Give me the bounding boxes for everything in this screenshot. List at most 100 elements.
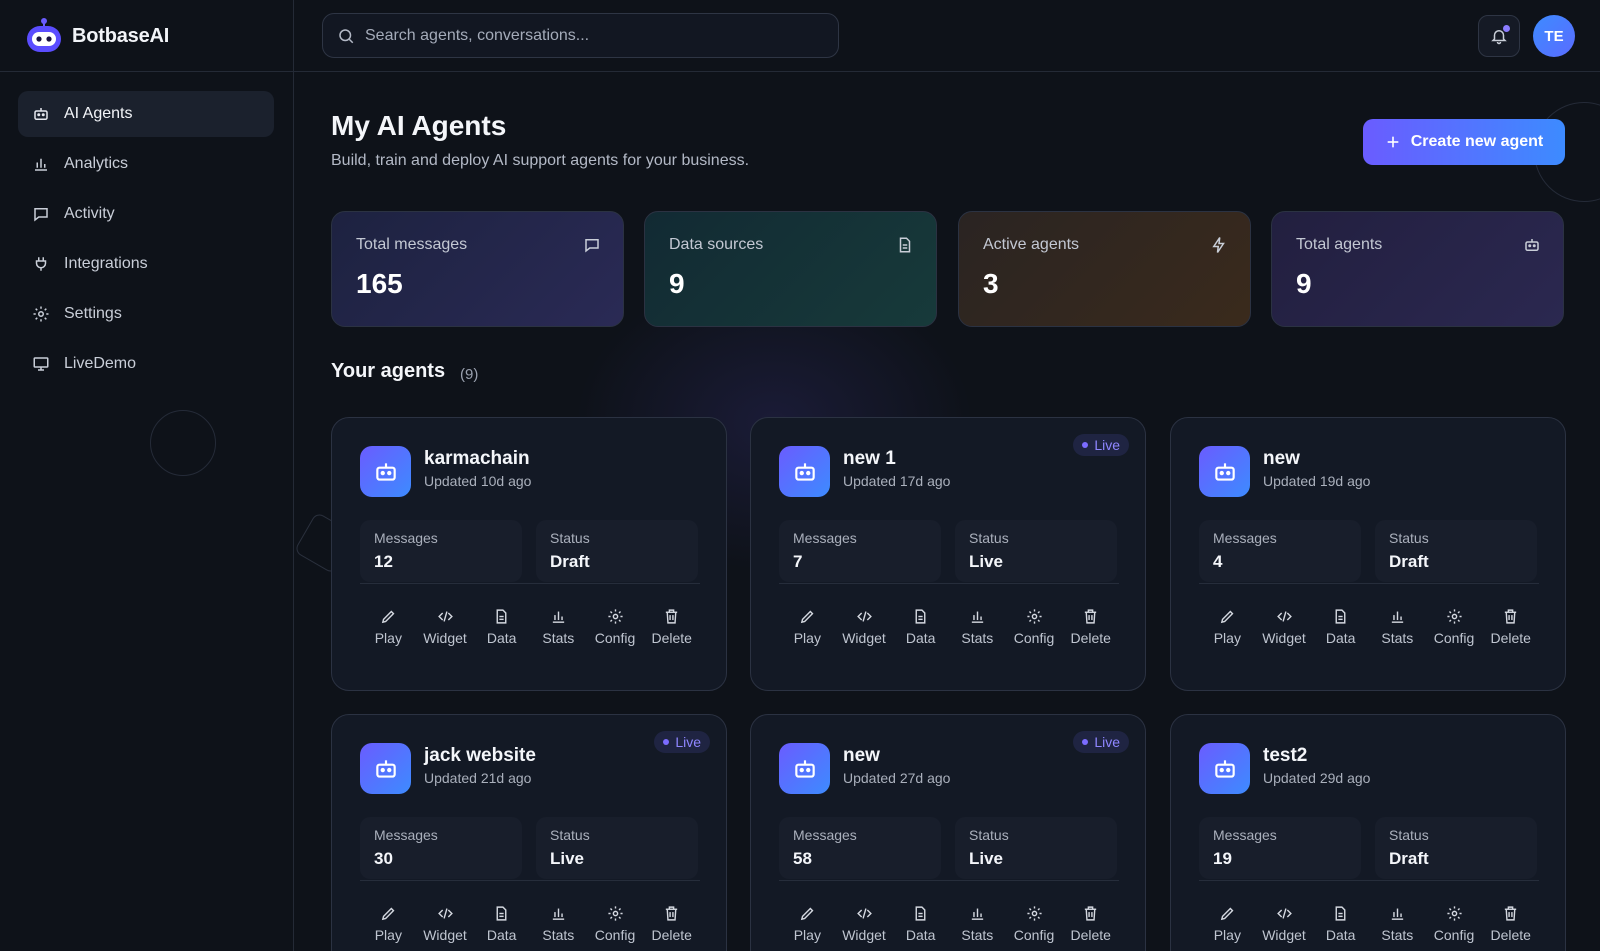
metric-value: 7 xyxy=(793,552,803,571)
sidebar-item-ai-agents[interactable]: AI Agents xyxy=(18,91,274,137)
metric-value: Draft xyxy=(1389,849,1429,868)
code-icon xyxy=(437,611,453,622)
agent-name[interactable]: test2 xyxy=(1263,745,1307,767)
agent-name[interactable]: new 1 xyxy=(843,448,896,470)
play-button[interactable]: Play xyxy=(779,905,836,943)
action-label: Stats xyxy=(1381,927,1414,943)
top-bar: BotbaseAI TE xyxy=(0,0,1600,72)
delete-button[interactable]: Delete xyxy=(1482,608,1539,646)
document-icon xyxy=(1335,906,1346,921)
agent-name[interactable]: karmachain xyxy=(424,448,530,470)
live-dot xyxy=(1082,739,1089,745)
trash-icon xyxy=(1505,609,1517,624)
metric-value: 30 xyxy=(374,849,393,868)
agent-card[interactable]: karmachain Updated 10d ago Messages 12 S… xyxy=(331,417,727,691)
delete-button[interactable]: Delete xyxy=(643,608,700,646)
sidebar-item-activity[interactable]: Activity xyxy=(18,191,274,237)
sidebar-item-label: Analytics xyxy=(64,155,129,172)
robot-icon xyxy=(34,108,48,120)
card-divider xyxy=(360,583,700,584)
agent-name[interactable]: new xyxy=(843,745,880,767)
agent-actions: Play Widget Data Stats Config Delete xyxy=(779,905,1119,943)
avatar[interactable]: TE xyxy=(1533,15,1575,57)
live-label: Live xyxy=(675,734,701,750)
widget-button[interactable]: Widget xyxy=(417,905,474,943)
delete-button[interactable]: Delete xyxy=(1062,905,1119,943)
bar-chart-icon xyxy=(35,158,47,171)
action-label: Stats xyxy=(1381,630,1414,646)
delete-button[interactable]: Delete xyxy=(1062,608,1119,646)
widget-button[interactable]: Widget xyxy=(1256,905,1313,943)
bar-chart-icon xyxy=(971,611,984,623)
agent-card[interactable]: new Updated 19d ago Messages 4 Status Dr… xyxy=(1170,417,1566,691)
card-divider xyxy=(360,880,700,881)
stat-card-active-agents: Active agents 3 xyxy=(958,211,1251,327)
live-badge: Live xyxy=(1073,434,1129,456)
sidebar-item-analytics[interactable]: Analytics xyxy=(18,141,274,187)
agent-card[interactable]: new Updated 27d ago Live Messages 58 Sta… xyxy=(750,714,1146,951)
live-badge: Live xyxy=(654,731,710,753)
stats-button[interactable]: Stats xyxy=(530,608,587,646)
data-button[interactable]: Data xyxy=(892,608,949,646)
stats-button[interactable]: Stats xyxy=(949,905,1006,943)
play-button[interactable]: Play xyxy=(360,608,417,646)
notification-dot xyxy=(1503,25,1510,32)
data-button[interactable]: Data xyxy=(473,905,530,943)
sidebar-item-livedemo[interactable]: LiveDemo xyxy=(18,341,274,387)
play-button[interactable]: Play xyxy=(1199,608,1256,646)
config-button[interactable]: Config xyxy=(587,905,644,943)
play-button[interactable]: Play xyxy=(360,905,417,943)
config-button[interactable]: Config xyxy=(1006,608,1063,646)
config-button[interactable]: Config xyxy=(1426,905,1483,943)
data-button[interactable]: Data xyxy=(892,905,949,943)
action-label: Config xyxy=(1013,630,1055,646)
stats-button[interactable]: Stats xyxy=(1369,905,1426,943)
action-label: Data xyxy=(486,927,517,943)
stats-button[interactable]: Stats xyxy=(949,608,1006,646)
metric-label: Status xyxy=(550,530,590,546)
agent-card[interactable]: new 1 Updated 17d ago Live Messages 7 St… xyxy=(750,417,1146,691)
search-box[interactable] xyxy=(322,13,839,58)
agent-name[interactable]: new xyxy=(1263,448,1300,470)
brand-name: BotbaseAI xyxy=(72,24,170,47)
sidebar-item-label: AI Agents xyxy=(64,105,133,122)
sidebar-item-settings[interactable]: Settings xyxy=(18,291,274,337)
play-button[interactable]: Play xyxy=(1199,905,1256,943)
stats-button[interactable]: Stats xyxy=(530,905,587,943)
action-label: Widget xyxy=(842,927,886,943)
metric-label: Status xyxy=(1389,530,1429,546)
brand[interactable]: BotbaseAI xyxy=(24,16,169,56)
data-button[interactable]: Data xyxy=(1312,905,1369,943)
data-button[interactable]: Data xyxy=(1312,608,1369,646)
action-label: Config xyxy=(594,927,636,943)
play-button[interactable]: Play xyxy=(779,608,836,646)
action-label: Stats xyxy=(542,927,575,943)
config-button[interactable]: Config xyxy=(587,608,644,646)
delete-button[interactable]: Delete xyxy=(643,905,700,943)
create-agent-button[interactable]: Create new agent xyxy=(1363,119,1565,165)
metric-value: Draft xyxy=(550,552,590,571)
metric-value: 19 xyxy=(1213,849,1232,868)
live-dot xyxy=(663,739,670,745)
agent-name[interactable]: jack website xyxy=(424,745,536,767)
agent-card[interactable]: jack website Updated 21d ago Live Messag… xyxy=(331,714,727,951)
document-icon xyxy=(496,906,507,921)
status-metric: Status Draft xyxy=(536,520,698,582)
gear-icon xyxy=(1026,609,1042,624)
widget-button[interactable]: Widget xyxy=(1256,608,1313,646)
widget-button[interactable]: Widget xyxy=(417,608,474,646)
config-button[interactable]: Config xyxy=(1006,905,1063,943)
search-input[interactable] xyxy=(365,26,805,45)
sidebar-item-integrations[interactable]: Integrations xyxy=(18,241,274,287)
notifications-button[interactable] xyxy=(1478,15,1520,57)
delete-button[interactable]: Delete xyxy=(1482,905,1539,943)
app-root: BotbaseAI TE AI Agents Analytics Activit… xyxy=(0,0,1600,951)
widget-button[interactable]: Widget xyxy=(836,905,893,943)
metric-value: Draft xyxy=(1389,552,1429,571)
agent-card[interactable]: test2 Updated 29d ago Messages 19 Status… xyxy=(1170,714,1566,951)
widget-button[interactable]: Widget xyxy=(836,608,893,646)
data-button[interactable]: Data xyxy=(473,608,530,646)
metric-value: 4 xyxy=(1213,552,1223,571)
stats-button[interactable]: Stats xyxy=(1369,608,1426,646)
config-button[interactable]: Config xyxy=(1426,608,1483,646)
